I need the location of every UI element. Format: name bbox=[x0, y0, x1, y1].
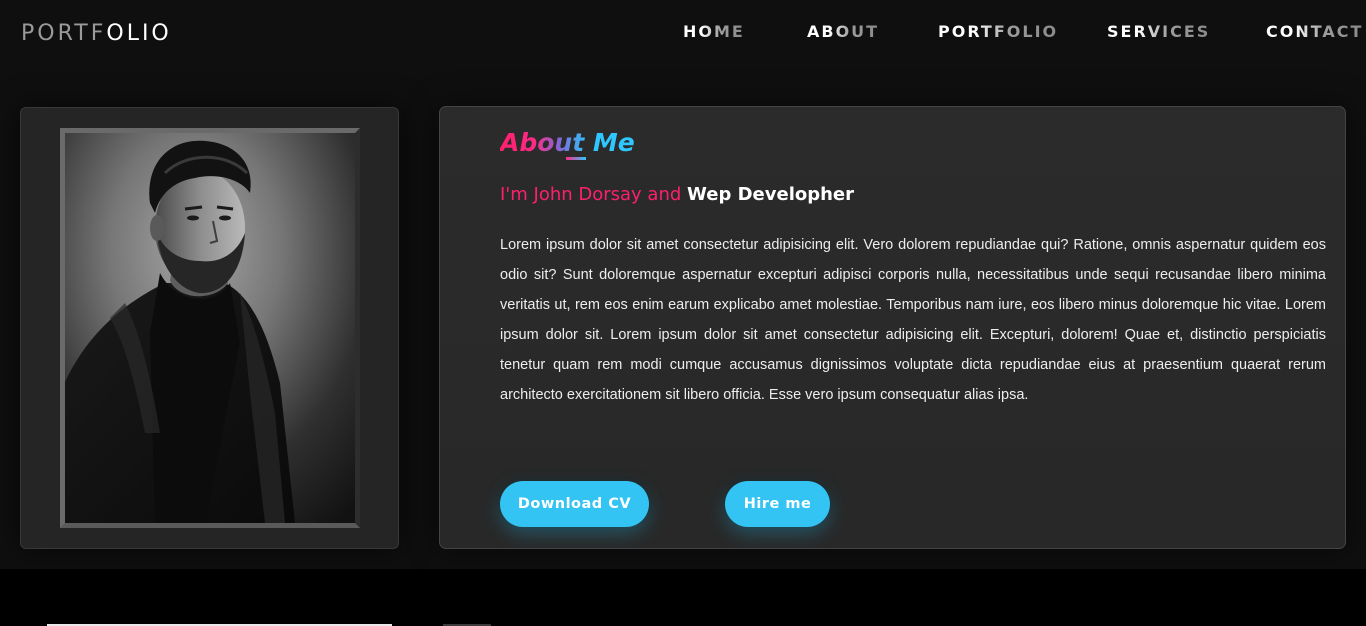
profile-photo bbox=[65, 133, 355, 523]
about-subtitle: I'm John Dorsay and Wep Developher bbox=[500, 182, 854, 208]
nav-home[interactable]: HOME bbox=[683, 21, 745, 43]
main-nav: HOME ABOUT PORTFOLIO SERVICES CONTACT bbox=[0, 21, 1366, 43]
nav-services[interactable]: SERVICES bbox=[1107, 21, 1210, 43]
profile-photo-card bbox=[20, 107, 399, 549]
nav-contact[interactable]: CONTACT bbox=[1266, 21, 1363, 43]
about-title: About Me bbox=[500, 128, 635, 157]
nav-portfolio[interactable]: PORTFOLIO bbox=[938, 21, 1058, 43]
nav-about[interactable]: ABOUT bbox=[807, 21, 879, 43]
title-underline bbox=[566, 157, 586, 160]
about-card: About Me I'm John Dorsay and Wep Develop… bbox=[439, 106, 1346, 549]
page: PORTFOLIO HOME ABOUT PORTFOLIO SERVICES … bbox=[0, 0, 1366, 626]
intro-role: Wep Developher bbox=[687, 184, 855, 205]
about-description: Lorem ipsum dolor sit amet consectetur a… bbox=[500, 237, 1326, 403]
frame-highlight bbox=[60, 128, 265, 133]
download-cv-button[interactable]: Download CV bbox=[500, 481, 649, 527]
hire-me-button[interactable]: Hire me bbox=[725, 481, 830, 527]
intro-prefix: I'm John Dorsay and bbox=[500, 184, 682, 205]
hero-section: PORTFOLIO HOME ABOUT PORTFOLIO SERVICES … bbox=[0, 0, 1366, 569]
profile-photo-frame bbox=[60, 128, 360, 528]
